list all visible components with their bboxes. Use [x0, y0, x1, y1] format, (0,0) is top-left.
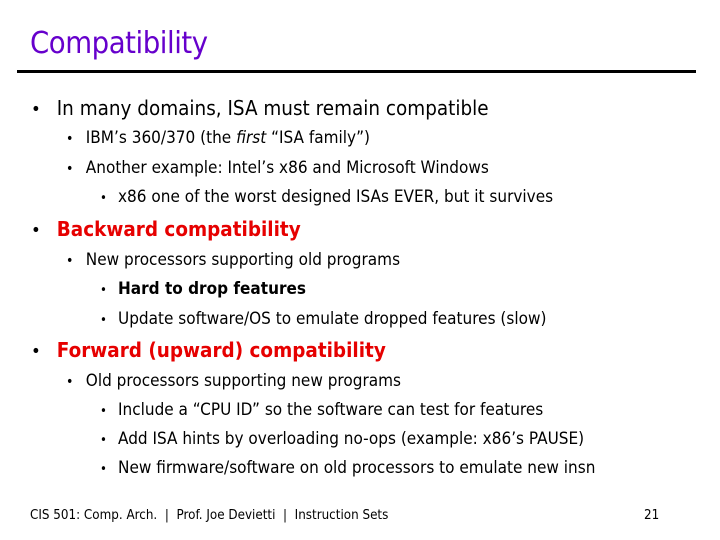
bullet-text-bold: Hard to drop features: [118, 279, 306, 299]
bullet-text-italic: first: [236, 128, 267, 148]
bullet-item: • Old processors supporting new programs: [66, 371, 401, 391]
bullet-text: Another example: Intel’s x86 and Microso…: [85, 158, 489, 178]
slide-title: Compatibility: [30, 26, 208, 61]
bullet-item: • Update software/OS to emulate dropped f…: [100, 309, 546, 329]
bullet-text: New firmware/software on old processors …: [118, 458, 596, 478]
footer-text: CIS 501: Comp. Arch. | Prof. Joe Deviett…: [30, 508, 389, 523]
bullet-item: • In many domains, ISA must remain compat…: [31, 96, 489, 120]
bullet-item: • Another example: Intel’s x86 and Micros…: [66, 158, 489, 178]
bullet-item: • New processors supporting old programs: [66, 250, 400, 270]
bullet-text: Update software/OS to emulate dropped fe…: [118, 309, 547, 329]
bullet-text: In many domains, ISA must remain compati…: [56, 96, 489, 120]
bullet-item: • x86 one of the worst designed ISAs EVER…: [100, 187, 553, 207]
bullet-icon: •: [100, 462, 107, 477]
bullet-icon: •: [66, 161, 74, 177]
bullet-icon: •: [100, 283, 107, 298]
bullet-item: • Include a “CPU ID” so the software can …: [100, 400, 543, 420]
bullet-item: • Hard to drop features: [100, 279, 306, 299]
bullet-text: x86 one of the worst designed ISAs EVER,…: [118, 187, 554, 207]
bullet-icon: •: [100, 313, 107, 328]
bullet-icon: •: [31, 99, 41, 120]
bullet-icon: •: [31, 341, 41, 362]
bullet-text: Old processors supporting new programs: [85, 371, 401, 391]
bullet-icon: •: [100, 433, 107, 448]
bullet-icon: •: [100, 191, 107, 206]
bullet-icon: •: [66, 374, 74, 390]
bullet-item: • IBM’s 360/370 (the first “ISA family”): [66, 128, 370, 148]
bullet-text: “ISA family”): [266, 128, 370, 148]
bullet-text: IBM’s 360/370 (the: [85, 128, 237, 148]
bullet-item-heading: • Backward compatibility: [31, 217, 301, 241]
bullet-icon: •: [100, 404, 107, 419]
bullet-text: Add ISA hints by overloading no-ops (exa…: [118, 429, 585, 449]
bullet-item-heading: • Forward (upward) compatibility: [31, 338, 386, 362]
bullet-item: • Add ISA hints by overloading no-ops (ex…: [100, 429, 584, 449]
page-number: 21: [644, 508, 660, 523]
bullet-text: New processors supporting old programs: [85, 250, 401, 270]
section-heading-backward: Backward compatibility: [56, 217, 301, 241]
bullet-icon: •: [66, 131, 74, 147]
section-heading-forward: Forward (upward) compatibility: [56, 338, 386, 362]
bullet-item: • New firmware/software on old processors…: [100, 458, 595, 478]
title-underline: [17, 70, 696, 73]
bullet-text: Include a “CPU ID” so the software can t…: [118, 400, 544, 420]
bullet-icon: •: [31, 220, 41, 241]
bullet-icon: •: [66, 253, 74, 269]
